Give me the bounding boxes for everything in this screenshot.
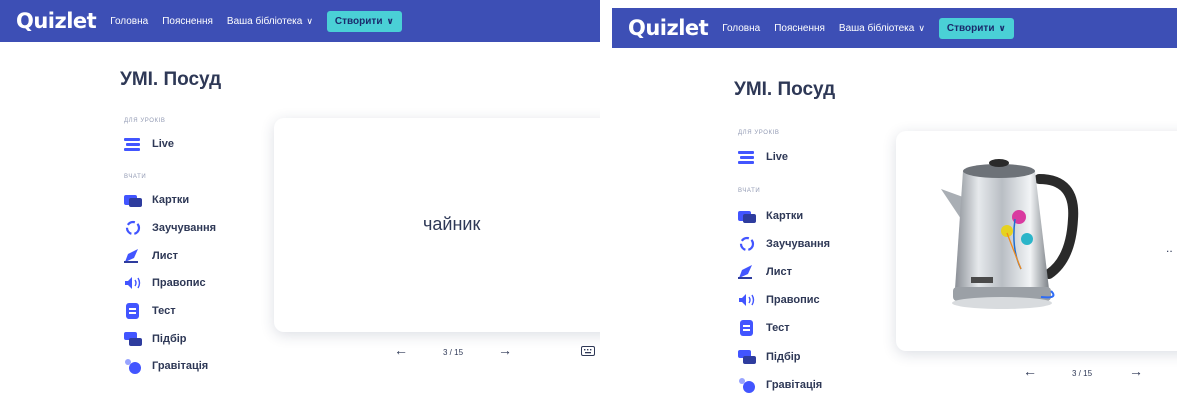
chevron-down-icon: ∨ (306, 15, 313, 26)
live-icon (738, 150, 756, 164)
chevron-down-icon: ∨ (998, 22, 1006, 33)
mode-flashcards-label: Картки (152, 194, 190, 206)
mode-match[interactable]: Підбір (738, 350, 801, 364)
test-icon (738, 320, 756, 336)
keyboard-shortcuts-button[interactable] (581, 343, 595, 359)
mode-live[interactable]: Live (738, 150, 788, 164)
set-title: УМІ. Посуд (734, 79, 836, 100)
mode-match[interactable]: Підбір (124, 332, 187, 346)
create-button-label: Створити (946, 22, 995, 34)
cards-icon (738, 209, 756, 223)
previous-card-button[interactable]: ← (1023, 363, 1037, 379)
mode-test-label: Тест (766, 322, 790, 334)
section-label-lessons: ДЛЯ УРОКІВ (124, 118, 166, 124)
learn-icon (738, 236, 756, 252)
gravity-icon (124, 359, 142, 374)
nav-explanations-link[interactable]: Пояснення (774, 23, 825, 34)
mode-live[interactable]: Live (124, 137, 174, 151)
mode-learn-label: Заучування (766, 238, 831, 250)
section-label-study: ВЧАТИ (738, 188, 761, 194)
mode-write-label: Лист (766, 266, 792, 278)
nav-home-link[interactable]: Головна (722, 23, 760, 34)
create-button[interactable]: Створити ∨ (326, 10, 402, 32)
mode-spell-label: Правопис (152, 277, 206, 289)
flashcard-term: чайник (423, 214, 481, 234)
mode-learn-label: Заучування (152, 222, 217, 234)
write-icon (124, 249, 142, 263)
mode-flashcards[interactable]: Картки (124, 193, 189, 207)
screenshot-left: Quizlet Головна Пояснення Ваша бібліотек… (0, 0, 600, 403)
cards-icon (124, 193, 142, 207)
mode-learn[interactable]: Заучування (738, 236, 831, 252)
mode-flashcards-label: Картки (766, 210, 804, 222)
flashcard-overflow-text: .. (1166, 241, 1173, 255)
next-card-button[interactable]: → (1129, 363, 1143, 379)
write-icon (738, 265, 756, 279)
top-navbar: Quizlet Головна Пояснення Ваша бібліотек… (612, 8, 1177, 48)
mode-live-label: Live (152, 138, 175, 150)
learn-icon (124, 220, 142, 236)
spell-icon (738, 293, 756, 307)
mode-test[interactable]: Тест (124, 303, 176, 319)
mode-write[interactable]: Лист (738, 265, 792, 279)
mode-test-label: Тест (152, 305, 176, 317)
gravity-icon (738, 378, 756, 393)
card-counter: 3 / 15 (443, 348, 464, 357)
section-label-lessons: ДЛЯ УРОКІВ (738, 130, 780, 136)
nav-library-dropdown[interactable]: Ваша бібліотека ∨ (227, 16, 313, 27)
mode-live-label: Live (766, 151, 789, 163)
test-icon (124, 303, 142, 319)
create-button[interactable]: Створити ∨ (938, 17, 1014, 39)
flashcard[interactable]: чайник (274, 118, 600, 332)
arrow-left-icon: ← (394, 342, 408, 358)
top-navbar: Quizlet Головна Пояснення Ваша бібліотек… (0, 0, 600, 42)
mode-gravity-label: Гравітація (766, 379, 823, 391)
mode-write-label: Лист (152, 250, 178, 262)
panel-divider (600, 0, 612, 403)
section-label-study: ВЧАТИ (124, 174, 147, 180)
card-counter: 3 / 15 (1072, 369, 1093, 378)
mode-write[interactable]: Лист (124, 249, 178, 263)
create-button-label: Створити (334, 15, 383, 27)
quizlet-logo[interactable]: Quizlet (16, 9, 97, 33)
mode-match-label: Підбір (152, 333, 187, 345)
arrow-right-icon: → (1129, 363, 1143, 379)
match-icon (124, 332, 142, 346)
mode-spell[interactable]: Правопис (738, 293, 820, 307)
nav-library-label: Ваша бібліотека (226, 15, 303, 27)
chevron-down-icon: ∨ (918, 22, 925, 33)
nav-library-label: Ваша бібліотека (838, 22, 915, 34)
arrow-left-icon: ← (1023, 363, 1037, 379)
kettle-image (941, 159, 1079, 309)
screenshot-right: Quizlet Головна Пояснення Ваша бібліотек… (612, 8, 1177, 403)
nav-home-link[interactable]: Головна (110, 16, 148, 27)
mode-gravity[interactable]: Гравітація (124, 359, 209, 374)
arrow-right-icon: → (498, 342, 512, 358)
mode-flashcards[interactable]: Картки (738, 209, 803, 223)
mode-gravity[interactable]: Гравітація (738, 378, 823, 393)
mode-gravity-label: Гравітація (152, 360, 209, 372)
keyboard-icon (581, 343, 595, 359)
set-title: УМІ. Посуд (120, 69, 222, 90)
spell-icon (124, 276, 142, 290)
chevron-down-icon: ∨ (386, 15, 394, 26)
nav-explanations-link[interactable]: Пояснення (162, 16, 213, 27)
match-icon (738, 350, 756, 364)
mode-test[interactable]: Тест (738, 320, 790, 336)
mode-learn[interactable]: Заучування (124, 220, 217, 236)
flashcard[interactable]: .. (896, 131, 1177, 351)
mode-match-label: Підбір (766, 351, 801, 363)
previous-card-button[interactable]: ← (394, 342, 408, 358)
mode-spell[interactable]: Правопис (124, 276, 206, 290)
next-card-button[interactable]: → (498, 342, 512, 358)
mode-spell-label: Правопис (766, 294, 820, 306)
live-icon (124, 137, 142, 151)
quizlet-logo[interactable]: Quizlet (628, 16, 709, 40)
nav-library-dropdown[interactable]: Ваша бібліотека ∨ (839, 23, 925, 34)
